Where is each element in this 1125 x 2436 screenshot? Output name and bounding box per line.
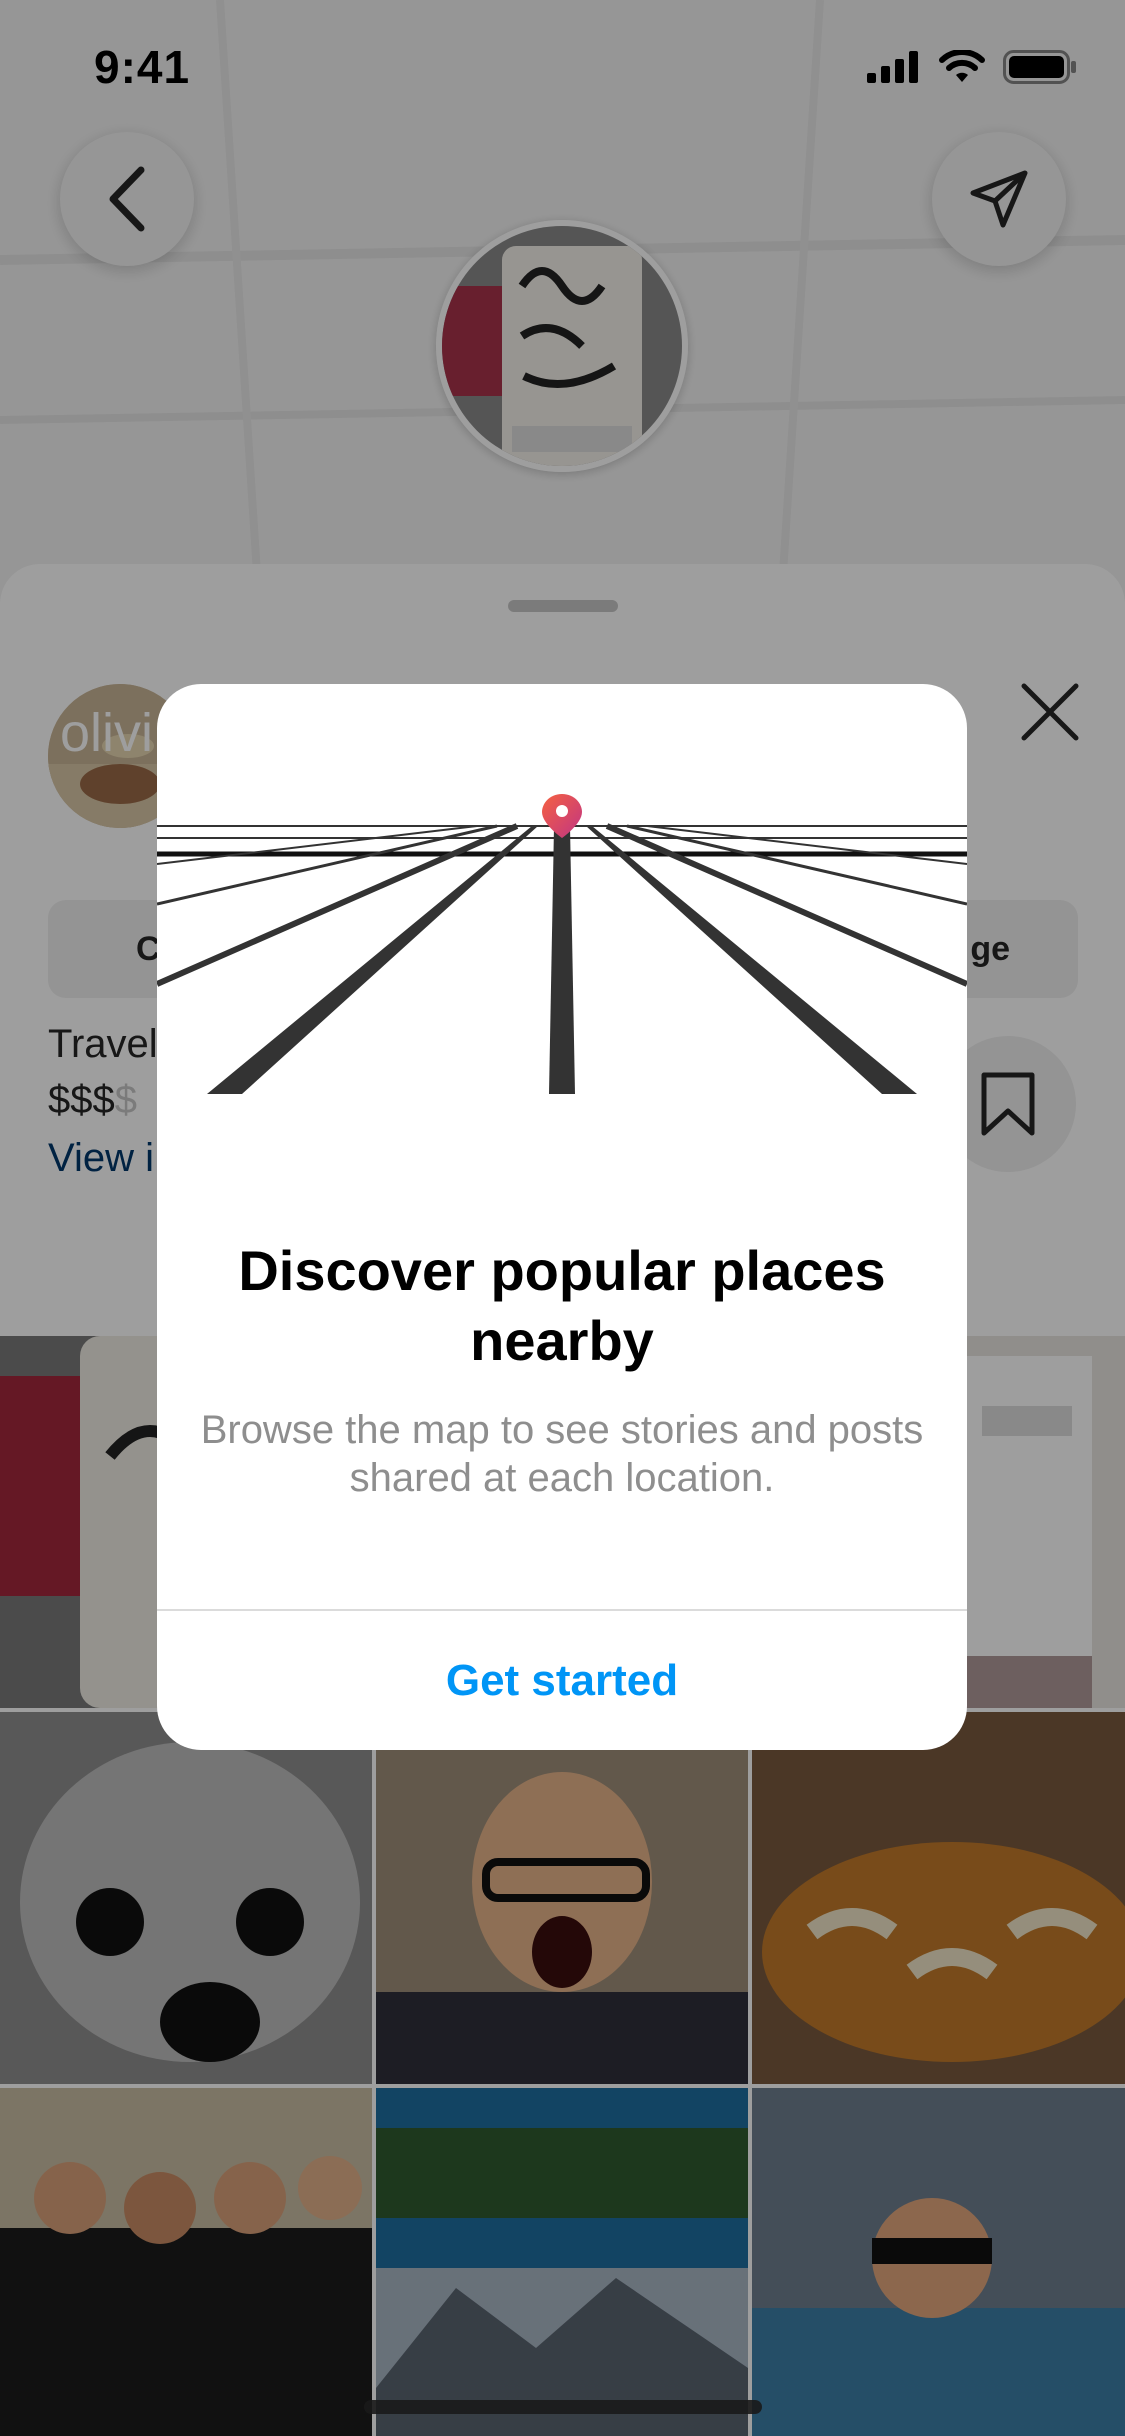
modal-divider [157,1609,967,1611]
location-pin-icon [542,794,582,838]
screen: 9:41 olivi C ge Travel $$$$ View i Disco… [0,0,1125,2436]
modal-title: Discover popular places nearby [238,1239,886,1372]
modal-body: Browse the map to see stories and posts … [200,1408,924,1500]
perspective-grid-illustration [157,794,967,1094]
get-started-button[interactable]: Get started [157,1612,967,1750]
home-indicator[interactable] [364,2400,762,2414]
discover-modal: Discover popular places nearby Browse th… [157,684,967,1750]
